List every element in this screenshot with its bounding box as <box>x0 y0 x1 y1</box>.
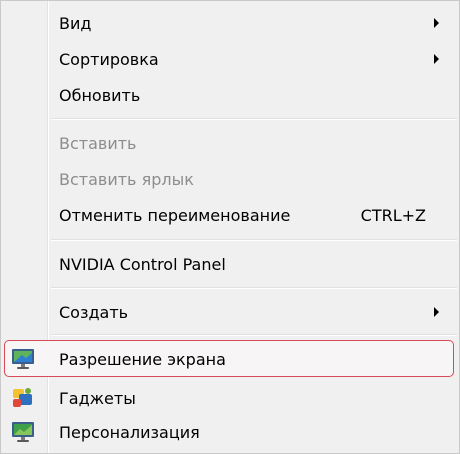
menu-item-label: Разрешение экрана <box>59 349 226 369</box>
menu-item-sort[interactable]: Сортировка <box>1 41 459 77</box>
menu-item-label: Отменить переименование <box>59 205 291 225</box>
menu-item-new[interactable]: Создать <box>1 294 459 330</box>
menu-item-nvidia-control-panel[interactable]: NVIDIA Control Panel <box>1 246 459 282</box>
menu-item-refresh[interactable]: Обновить <box>1 77 459 113</box>
gadgets-icon <box>10 385 36 411</box>
menu-item-label: Сортировка <box>59 49 159 69</box>
menu-item-label: Создать <box>59 302 129 322</box>
menu-separator <box>51 118 457 119</box>
menu-item-gadgets[interactable]: Гаджеты <box>1 380 459 416</box>
menu-item-shortcut: CTRL+Z <box>360 205 426 225</box>
menu-item-label: Обновить <box>59 85 141 105</box>
display-resolution-icon <box>10 346 36 372</box>
submenu-arrow-icon <box>434 54 439 64</box>
context-menu: Вид Сортировка Обновить Вставить Вставит… <box>0 0 460 454</box>
menu-item-label: Вставить <box>59 133 137 153</box>
menu-separator <box>51 287 457 288</box>
menu-item-paste: Вставить <box>1 125 459 161</box>
menu-item-label: NVIDIA Control Panel <box>59 254 226 274</box>
menu-item-undo-rename[interactable]: Отменить переименование CTRL+Z <box>1 197 459 233</box>
menu-item-label: Вставить ярлык <box>59 169 194 189</box>
menu-item-view[interactable]: Вид <box>1 5 459 41</box>
menu-item-paste-shortcut: Вставить ярлык <box>1 161 459 197</box>
menu-item-label: Гаджеты <box>59 388 136 408</box>
personalization-icon <box>10 419 36 445</box>
menu-item-personalization[interactable]: Персонализация <box>1 414 459 450</box>
menu-item-label: Персонализация <box>59 422 200 442</box>
submenu-arrow-icon <box>434 307 439 317</box>
menu-separator <box>51 239 457 240</box>
menu-separator <box>51 334 457 335</box>
menu-item-label: Вид <box>59 13 92 33</box>
submenu-arrow-icon <box>434 18 439 28</box>
menu-item-screen-resolution[interactable]: Разрешение экрана <box>1 341 459 377</box>
